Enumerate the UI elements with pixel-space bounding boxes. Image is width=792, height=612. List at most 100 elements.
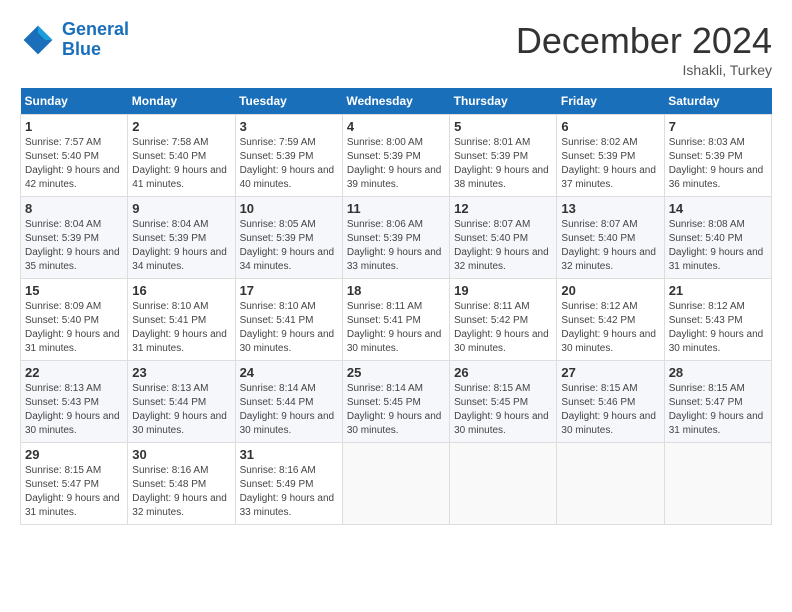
logo-line1: General	[62, 19, 129, 39]
month-title: December 2024	[516, 20, 772, 62]
day-info: Sunrise: 8:15 AMSunset: 5:47 PMDaylight:…	[669, 382, 767, 438]
day-number: 30	[132, 447, 230, 462]
day-number: 5	[454, 119, 552, 134]
day-info: Sunrise: 8:07 AMSunset: 5:40 PMDaylight:…	[561, 218, 659, 274]
day-info: Sunrise: 8:10 AMSunset: 5:41 PMDaylight:…	[240, 300, 338, 356]
day-number: 4	[347, 119, 445, 134]
day-cell-30: 30 Sunrise: 8:16 AMSunset: 5:48 PMDaylig…	[128, 443, 235, 525]
day-cell-11: 11 Sunrise: 8:06 AMSunset: 5:39 PMDaylig…	[342, 197, 449, 279]
calendar-week-4: 22 Sunrise: 8:13 AMSunset: 5:43 PMDaylig…	[21, 361, 772, 443]
day-number: 22	[25, 365, 123, 380]
day-info: Sunrise: 8:16 AMSunset: 5:49 PMDaylight:…	[240, 464, 338, 520]
day-cell-1: 1 Sunrise: 7:57 AMSunset: 5:40 PMDayligh…	[21, 115, 128, 197]
day-cell-6: 6 Sunrise: 8:02 AMSunset: 5:39 PMDayligh…	[557, 115, 664, 197]
day-info: Sunrise: 8:14 AMSunset: 5:44 PMDaylight:…	[240, 382, 338, 438]
day-info: Sunrise: 8:11 AMSunset: 5:42 PMDaylight:…	[454, 300, 552, 356]
calendar-week-3: 15 Sunrise: 8:09 AMSunset: 5:40 PMDaylig…	[21, 279, 772, 361]
day-cell-19: 19 Sunrise: 8:11 AMSunset: 5:42 PMDaylig…	[450, 279, 557, 361]
day-number: 2	[132, 119, 230, 134]
logo-icon	[20, 22, 56, 58]
day-cell-20: 20 Sunrise: 8:12 AMSunset: 5:42 PMDaylig…	[557, 279, 664, 361]
day-cell-21: 21 Sunrise: 8:12 AMSunset: 5:43 PMDaylig…	[664, 279, 771, 361]
calendar-body: 1 Sunrise: 7:57 AMSunset: 5:40 PMDayligh…	[21, 115, 772, 525]
day-info: Sunrise: 8:14 AMSunset: 5:45 PMDaylight:…	[347, 382, 445, 438]
logo: General Blue	[20, 20, 129, 60]
day-info: Sunrise: 8:05 AMSunset: 5:39 PMDaylight:…	[240, 218, 338, 274]
day-info: Sunrise: 8:12 AMSunset: 5:42 PMDaylight:…	[561, 300, 659, 356]
day-number: 26	[454, 365, 552, 380]
day-info: Sunrise: 8:11 AMSunset: 5:41 PMDaylight:…	[347, 300, 445, 356]
day-info: Sunrise: 7:58 AMSunset: 5:40 PMDaylight:…	[132, 136, 230, 192]
day-cell-13: 13 Sunrise: 8:07 AMSunset: 5:40 PMDaylig…	[557, 197, 664, 279]
day-info: Sunrise: 8:01 AMSunset: 5:39 PMDaylight:…	[454, 136, 552, 192]
day-number: 18	[347, 283, 445, 298]
day-info: Sunrise: 8:16 AMSunset: 5:48 PMDaylight:…	[132, 464, 230, 520]
day-info: Sunrise: 8:06 AMSunset: 5:39 PMDaylight:…	[347, 218, 445, 274]
day-number: 20	[561, 283, 659, 298]
header-cell-wednesday: Wednesday	[342, 88, 449, 115]
day-number: 17	[240, 283, 338, 298]
day-number: 15	[25, 283, 123, 298]
day-cell-26: 26 Sunrise: 8:15 AMSunset: 5:45 PMDaylig…	[450, 361, 557, 443]
day-cell-24: 24 Sunrise: 8:14 AMSunset: 5:44 PMDaylig…	[235, 361, 342, 443]
empty-cell	[450, 443, 557, 525]
day-number: 29	[25, 447, 123, 462]
calendar-header-row: SundayMondayTuesdayWednesdayThursdayFrid…	[21, 88, 772, 115]
day-cell-10: 10 Sunrise: 8:05 AMSunset: 5:39 PMDaylig…	[235, 197, 342, 279]
location-subtitle: Ishakli, Turkey	[516, 62, 772, 78]
day-info: Sunrise: 8:00 AMSunset: 5:39 PMDaylight:…	[347, 136, 445, 192]
empty-cell	[557, 443, 664, 525]
day-info: Sunrise: 8:13 AMSunset: 5:43 PMDaylight:…	[25, 382, 123, 438]
day-number: 19	[454, 283, 552, 298]
day-number: 21	[669, 283, 767, 298]
header-cell-saturday: Saturday	[664, 88, 771, 115]
day-info: Sunrise: 8:08 AMSunset: 5:40 PMDaylight:…	[669, 218, 767, 274]
page-header: General Blue December 2024 Ishakli, Turk…	[20, 20, 772, 78]
day-cell-25: 25 Sunrise: 8:14 AMSunset: 5:45 PMDaylig…	[342, 361, 449, 443]
day-number: 6	[561, 119, 659, 134]
day-info: Sunrise: 8:15 AMSunset: 5:45 PMDaylight:…	[454, 382, 552, 438]
logo-text: General Blue	[62, 20, 129, 60]
empty-cell	[342, 443, 449, 525]
day-number: 7	[669, 119, 767, 134]
day-number: 28	[669, 365, 767, 380]
day-cell-17: 17 Sunrise: 8:10 AMSunset: 5:41 PMDaylig…	[235, 279, 342, 361]
day-info: Sunrise: 8:13 AMSunset: 5:44 PMDaylight:…	[132, 382, 230, 438]
empty-cell	[664, 443, 771, 525]
day-number: 11	[347, 201, 445, 216]
calendar-week-2: 8 Sunrise: 8:04 AMSunset: 5:39 PMDayligh…	[21, 197, 772, 279]
day-info: Sunrise: 7:57 AMSunset: 5:40 PMDaylight:…	[25, 136, 123, 192]
day-number: 13	[561, 201, 659, 216]
day-info: Sunrise: 8:04 AMSunset: 5:39 PMDaylight:…	[25, 218, 123, 274]
day-info: Sunrise: 8:15 AMSunset: 5:46 PMDaylight:…	[561, 382, 659, 438]
day-cell-8: 8 Sunrise: 8:04 AMSunset: 5:39 PMDayligh…	[21, 197, 128, 279]
day-cell-2: 2 Sunrise: 7:58 AMSunset: 5:40 PMDayligh…	[128, 115, 235, 197]
day-cell-28: 28 Sunrise: 8:15 AMSunset: 5:47 PMDaylig…	[664, 361, 771, 443]
day-cell-23: 23 Sunrise: 8:13 AMSunset: 5:44 PMDaylig…	[128, 361, 235, 443]
day-cell-29: 29 Sunrise: 8:15 AMSunset: 5:47 PMDaylig…	[21, 443, 128, 525]
day-number: 27	[561, 365, 659, 380]
day-info: Sunrise: 8:04 AMSunset: 5:39 PMDaylight:…	[132, 218, 230, 274]
day-cell-18: 18 Sunrise: 8:11 AMSunset: 5:41 PMDaylig…	[342, 279, 449, 361]
day-number: 9	[132, 201, 230, 216]
day-number: 24	[240, 365, 338, 380]
header-cell-tuesday: Tuesday	[235, 88, 342, 115]
day-number: 10	[240, 201, 338, 216]
day-cell-27: 27 Sunrise: 8:15 AMSunset: 5:46 PMDaylig…	[557, 361, 664, 443]
day-info: Sunrise: 7:59 AMSunset: 5:39 PMDaylight:…	[240, 136, 338, 192]
day-info: Sunrise: 8:09 AMSunset: 5:40 PMDaylight:…	[25, 300, 123, 356]
header-cell-sunday: Sunday	[21, 88, 128, 115]
title-block: December 2024 Ishakli, Turkey	[516, 20, 772, 78]
day-number: 25	[347, 365, 445, 380]
day-number: 23	[132, 365, 230, 380]
day-cell-12: 12 Sunrise: 8:07 AMSunset: 5:40 PMDaylig…	[450, 197, 557, 279]
day-info: Sunrise: 8:12 AMSunset: 5:43 PMDaylight:…	[669, 300, 767, 356]
header-cell-friday: Friday	[557, 88, 664, 115]
day-number: 12	[454, 201, 552, 216]
day-cell-14: 14 Sunrise: 8:08 AMSunset: 5:40 PMDaylig…	[664, 197, 771, 279]
day-number: 31	[240, 447, 338, 462]
day-number: 14	[669, 201, 767, 216]
day-cell-4: 4 Sunrise: 8:00 AMSunset: 5:39 PMDayligh…	[342, 115, 449, 197]
day-cell-16: 16 Sunrise: 8:10 AMSunset: 5:41 PMDaylig…	[128, 279, 235, 361]
day-number: 1	[25, 119, 123, 134]
